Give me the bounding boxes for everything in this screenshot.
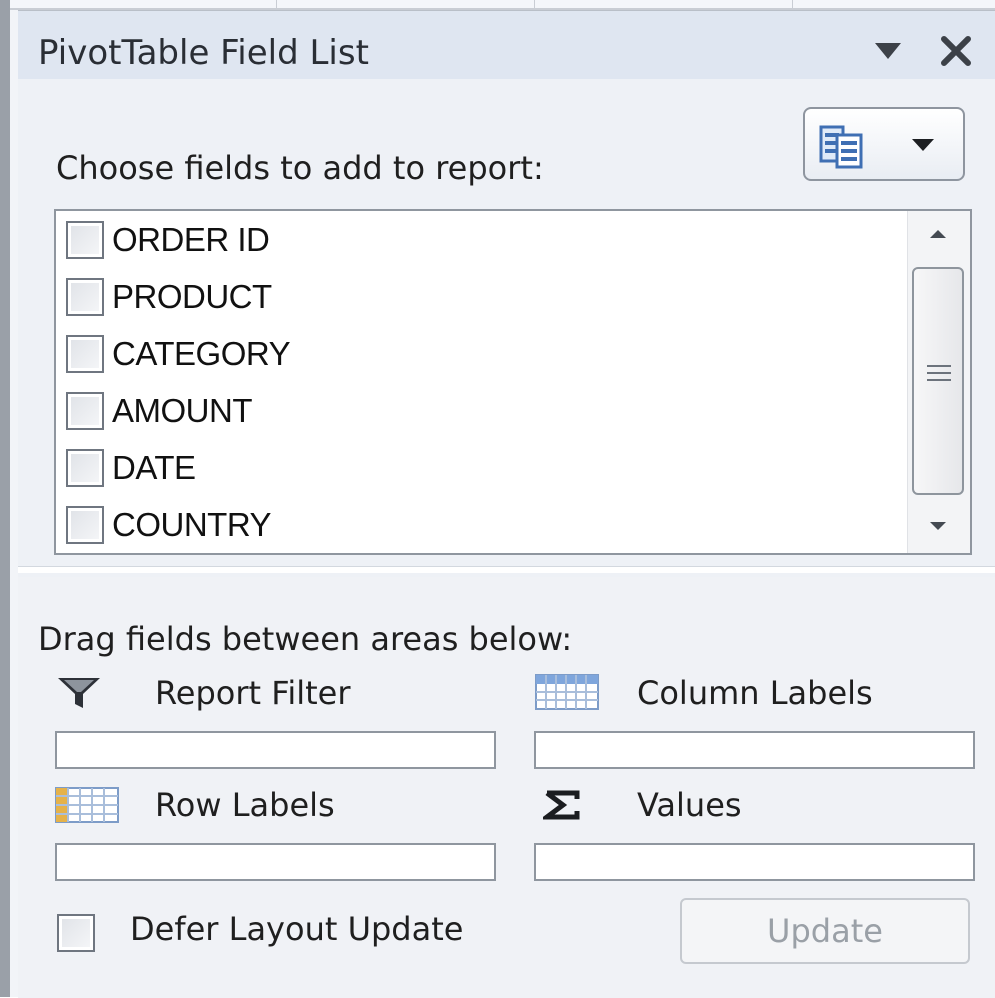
list-item[interactable]: COUNTRY	[66, 499, 272, 551]
spreadsheet-column-strip	[0, 0, 995, 10]
field-checkbox[interactable]	[66, 449, 104, 487]
report-filter-drop-area[interactable]	[55, 731, 496, 769]
column-divider	[276, 0, 277, 8]
field-list-scrollbar[interactable]	[907, 211, 970, 553]
report-filter-label: Report Filter	[155, 674, 351, 712]
scroll-up-button[interactable]	[908, 211, 968, 261]
task-pane-options-dropdown[interactable]	[873, 39, 903, 63]
field-label: AMOUNT	[112, 392, 253, 429]
chevron-down-icon	[873, 39, 903, 63]
row-labels-drop-area[interactable]	[55, 843, 496, 881]
defer-layout-update-checkbox[interactable]	[57, 914, 95, 952]
field-checkbox[interactable]	[66, 278, 104, 316]
field-checkbox[interactable]	[66, 506, 104, 544]
column-divider	[792, 0, 793, 8]
update-button[interactable]: Update	[680, 898, 970, 964]
panel-left-edge	[10, 10, 18, 997]
list-item[interactable]: ORDER ID	[66, 214, 270, 266]
close-button[interactable]	[938, 33, 974, 69]
row-labels-label: Row Labels	[155, 786, 335, 824]
panel-title: PivotTable Field List	[38, 33, 369, 73]
field-label: COUNTRY	[112, 506, 272, 543]
drag-fields-label: Drag fields between areas below:	[38, 620, 573, 658]
field-list-box: ORDER ID PRODUCT CATEGORY AMOUNT DATE CO…	[54, 209, 972, 555]
scrollbar-thumb[interactable]	[912, 267, 964, 495]
scroll-down-button[interactable]	[908, 503, 968, 553]
column-divider	[534, 0, 535, 8]
field-label: DATE	[112, 449, 196, 486]
panel-title-bar: PivotTable Field List	[18, 11, 995, 79]
list-item[interactable]: AMOUNT	[66, 385, 253, 437]
list-item[interactable]: DATE	[66, 442, 196, 494]
column-labels-icon	[535, 674, 599, 714]
list-item[interactable]: PRODUCT	[66, 271, 272, 323]
grip-icon	[927, 365, 951, 386]
row-labels-icon	[55, 787, 119, 827]
field-label: PRODUCT	[112, 278, 272, 315]
choose-fields-label: Choose fields to add to report:	[56, 149, 544, 187]
panel-left-frame	[0, 0, 10, 997]
chevron-down-icon	[911, 137, 935, 156]
field-list-layout-button[interactable]	[803, 107, 965, 181]
sigma-icon	[539, 790, 583, 824]
column-labels-drop-area[interactable]	[534, 731, 975, 769]
field-label: ORDER ID	[112, 221, 270, 258]
column-labels-label: Column Labels	[637, 674, 873, 712]
field-list-layout-icon	[819, 123, 865, 169]
filter-icon	[56, 676, 102, 714]
close-icon	[938, 33, 974, 69]
defer-layout-update-label: Defer Layout Update	[130, 910, 464, 948]
values-label: Values	[637, 786, 742, 824]
field-checkbox[interactable]	[66, 221, 104, 259]
values-drop-area[interactable]	[534, 843, 975, 881]
field-checkbox[interactable]	[66, 335, 104, 373]
section-divider	[18, 566, 995, 573]
field-checkbox[interactable]	[66, 392, 104, 430]
field-label: CATEGORY	[112, 335, 291, 372]
list-item[interactable]: CATEGORY	[66, 328, 291, 380]
